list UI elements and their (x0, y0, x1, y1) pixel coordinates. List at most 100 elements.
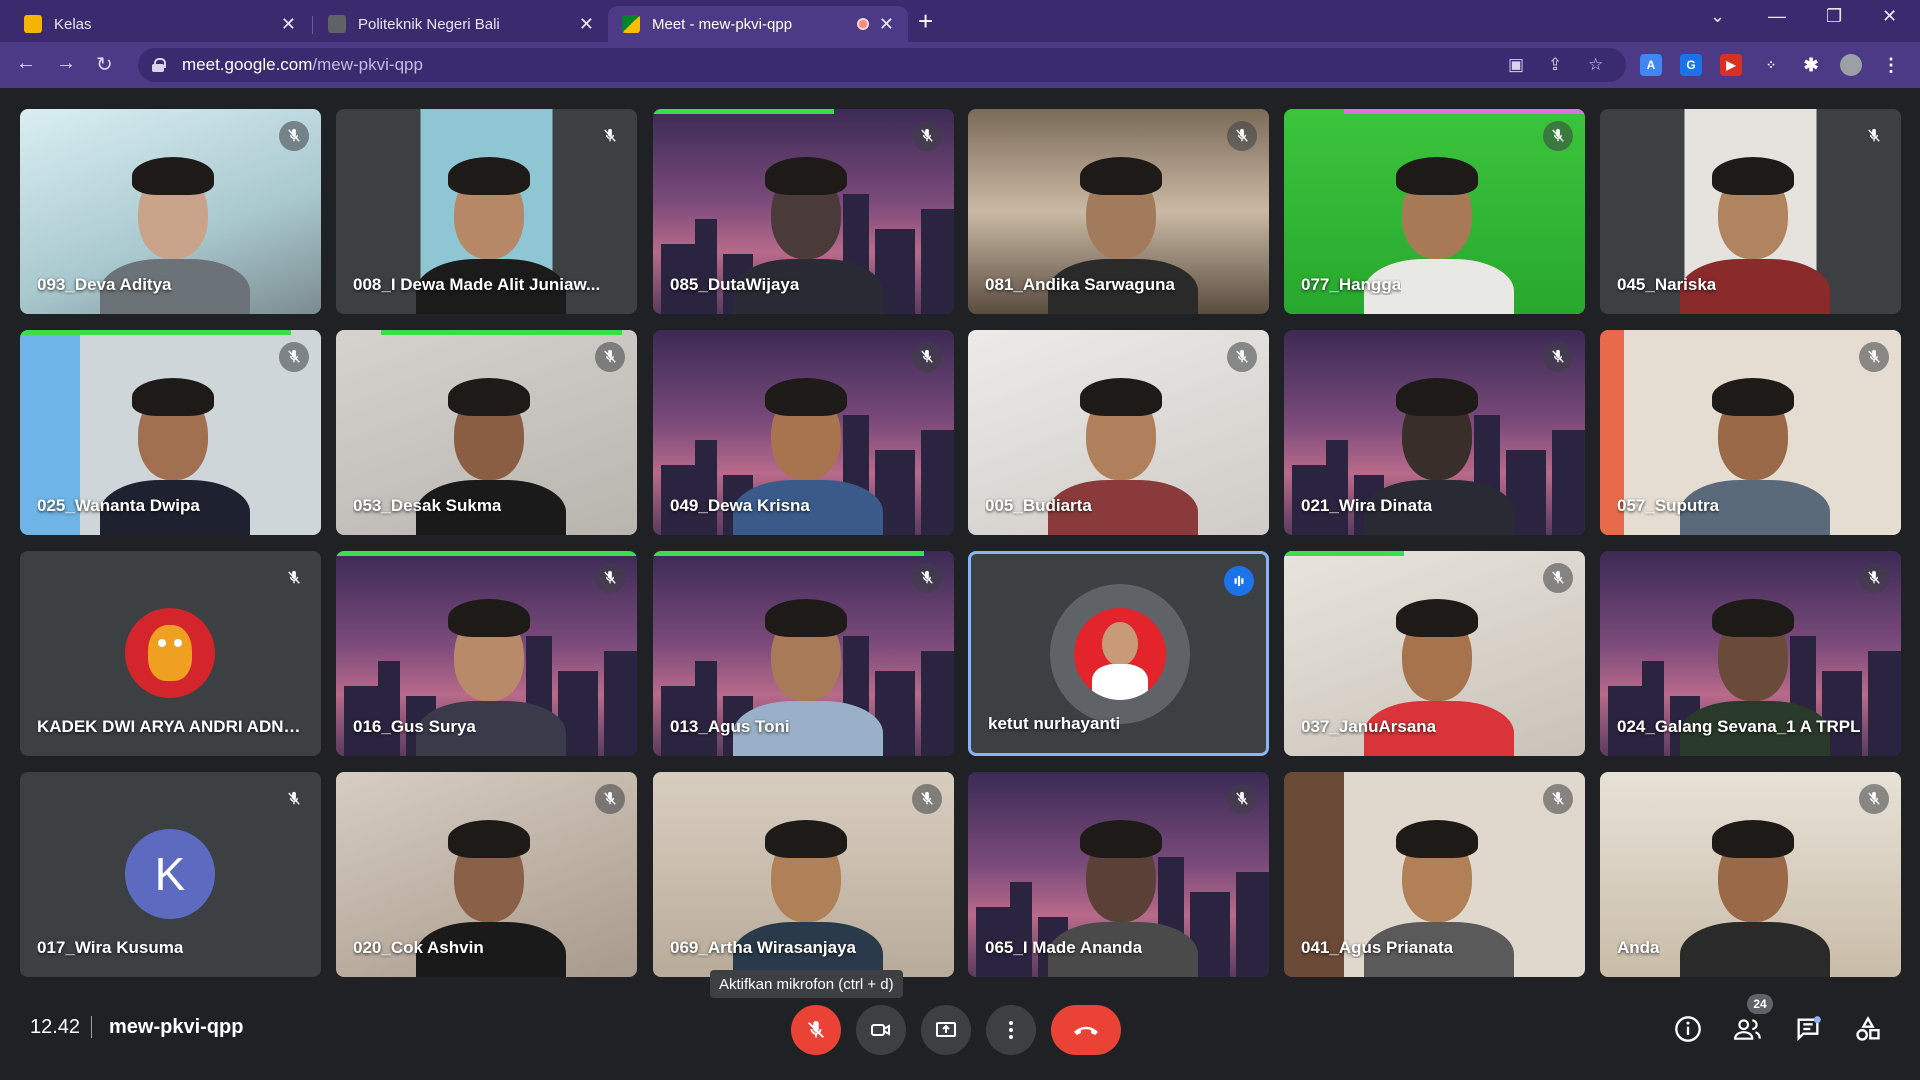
extension-icon[interactable]: ⁘ (1760, 54, 1782, 76)
city-building (921, 209, 954, 314)
participant-tile[interactable]: 016_Gus Surya (336, 551, 637, 756)
participant-tile[interactable]: 081_Andika Sarwaguna (968, 109, 1269, 314)
meeting-code: mew-pkvi-qpp (109, 1016, 244, 1038)
hang-up-icon (1074, 1026, 1098, 1035)
participant-tile[interactable]: 085_DutaWijaya (653, 109, 954, 314)
forward-button[interactable]: → (56, 52, 76, 75)
puzzle-extensions-icon[interactable]: ✱ (1800, 54, 1822, 76)
participant-tile[interactable]: 025_Wananta Dwipa (20, 330, 321, 535)
microphone-toggle-button[interactable] (791, 1005, 841, 1055)
person-hair (448, 820, 530, 858)
back-button[interactable]: ← (16, 52, 36, 75)
mic-off-icon (279, 342, 309, 372)
more-vert-icon (1009, 1021, 1013, 1039)
city-building (921, 651, 954, 756)
participant-tile[interactable]: 045_Nariska (1600, 109, 1901, 314)
extension-icon[interactable]: G (1680, 54, 1702, 76)
tab-meet[interactable]: Meet - mew-pkvi-qpp ✕ (608, 6, 908, 42)
participant-tile[interactable]: 013_Agus Toni (653, 551, 954, 756)
city-building (378, 661, 400, 756)
camera-in-use-icon[interactable]: ▣ (1508, 55, 1524, 75)
participant-tile[interactable]: 057_Suputra (1600, 330, 1901, 535)
new-tab-button[interactable]: + (918, 8, 933, 34)
minimize-button[interactable]: — (1768, 6, 1786, 27)
participant-tile[interactable]: 049_Dewa Krisna (653, 330, 954, 535)
participant-tile[interactable]: 021_Wira Dinata (1284, 330, 1585, 535)
avatar (125, 608, 215, 698)
person-hair (1080, 378, 1162, 416)
person-hair (448, 378, 530, 416)
mic-off-icon (1543, 784, 1573, 814)
participant-name: 024_Galang Sevana_1 A TRPL (1617, 717, 1861, 736)
participant-tile[interactable]: KADEK DWI ARYA ANDRI ADNY... (20, 551, 321, 756)
participant-name: 045_Nariska (1617, 275, 1717, 294)
participant-tile[interactable]: ketut nurhayanti (968, 551, 1269, 756)
participant-name: 081_Andika Sarwaguna (985, 275, 1175, 294)
close-tab-icon[interactable]: ✕ (879, 14, 894, 35)
site-icon (328, 15, 346, 33)
meet-icon (622, 15, 640, 33)
restore-button[interactable]: ❐ (1826, 6, 1842, 27)
participant-name: 025_Wananta Dwipa (37, 496, 200, 515)
close-tab-icon[interactable]: ✕ (579, 14, 594, 35)
lock-icon[interactable] (152, 58, 166, 72)
more-menu-icon[interactable]: ⋮ (1880, 54, 1902, 76)
close-window-button[interactable]: ✕ (1882, 6, 1897, 27)
participant-tile[interactable]: 024_Galang Sevana_1 A TRPL (1600, 551, 1901, 756)
divider (91, 1016, 92, 1038)
chat-button[interactable] (1791, 1012, 1825, 1046)
tab-title: Politeknik Negeri Bali (358, 15, 500, 33)
more-options-button[interactable] (986, 1005, 1036, 1055)
city-building (695, 440, 717, 535)
browser-toolbar: ← → ↻ meet.google.com/mew-pkvi-qpp ▣ ⇪ ☆… (0, 42, 1920, 88)
extension-icon[interactable]: ▶ (1720, 54, 1742, 76)
participant-name: 049_Dewa Krisna (670, 496, 810, 515)
participant-tile[interactable]: 005_Budiarta (968, 330, 1269, 535)
camera-toggle-button[interactable] (856, 1005, 906, 1055)
participant-name: Anda (1617, 938, 1660, 957)
participant-tile[interactable]: 093_Deva Aditya (20, 109, 321, 314)
url-host: meet.google.com (182, 55, 313, 74)
translate-extension-icon[interactable]: A (1640, 54, 1662, 76)
chat-icon (1797, 1016, 1821, 1042)
mic-off-icon (279, 121, 309, 151)
tab-search-icon[interactable]: ⌄ (1710, 6, 1725, 27)
share-icon[interactable]: ⇪ (1548, 55, 1562, 75)
mic-off-icon (1543, 563, 1573, 593)
leave-call-button[interactable] (1051, 1005, 1121, 1055)
bookmark-star-icon[interactable]: ☆ (1588, 55, 1603, 75)
participant-name: 085_DutaWijaya (670, 275, 800, 294)
participant-name: ketut nurhayanti (988, 714, 1121, 733)
audio-level-bar (336, 551, 637, 556)
participant-name: 021_Wira Dinata (1301, 496, 1433, 515)
participant-tile[interactable]: K 017_Wira Kusuma (20, 772, 321, 977)
reload-button[interactable]: ↻ (96, 52, 113, 77)
info-icon (1675, 1016, 1701, 1042)
meeting-details-button[interactable] (1671, 1012, 1705, 1046)
tab-kelas[interactable]: Kelas ✕ (10, 6, 310, 42)
participant-tile[interactable]: 037_JanuArsana (1284, 551, 1585, 756)
participant-tile[interactable]: 065_I Made Ananda (968, 772, 1269, 977)
participants-button[interactable] (1731, 1012, 1765, 1046)
profile-avatar[interactable] (1840, 54, 1862, 76)
present-screen-button[interactable] (921, 1005, 971, 1055)
participant-tile[interactable]: 020_Cok Ashvin (336, 772, 637, 977)
person-hair (1396, 599, 1478, 637)
avatar (1050, 584, 1190, 724)
participant-tile[interactable]: Anda (1600, 772, 1901, 977)
participant-name: 013_Agus Toni (670, 717, 790, 736)
person-hair (1396, 820, 1478, 858)
participant-tile[interactable]: 069_Artha Wirasanjaya (653, 772, 954, 977)
mic-off-icon (595, 121, 625, 151)
tab-politeknik[interactable]: Politeknik Negeri Bali ✕ (314, 6, 608, 42)
close-tab-icon[interactable]: ✕ (281, 14, 296, 35)
mic-off-icon (1859, 121, 1889, 151)
participant-tile[interactable]: 041_Agus Prianata (1284, 772, 1585, 977)
profile-photo (1074, 608, 1166, 700)
participant-tile[interactable]: 077_Hangga (1284, 109, 1585, 314)
participant-tile[interactable]: 053_Desak Sukma (336, 330, 637, 535)
participant-tile[interactable]: 008_I Dewa Made Alit Juniaw... (336, 109, 637, 314)
present-icon (936, 1022, 956, 1037)
address-bar[interactable]: meet.google.com/mew-pkvi-qpp ▣ ⇪ ☆ (138, 48, 1626, 82)
activities-button[interactable] (1851, 1012, 1885, 1046)
